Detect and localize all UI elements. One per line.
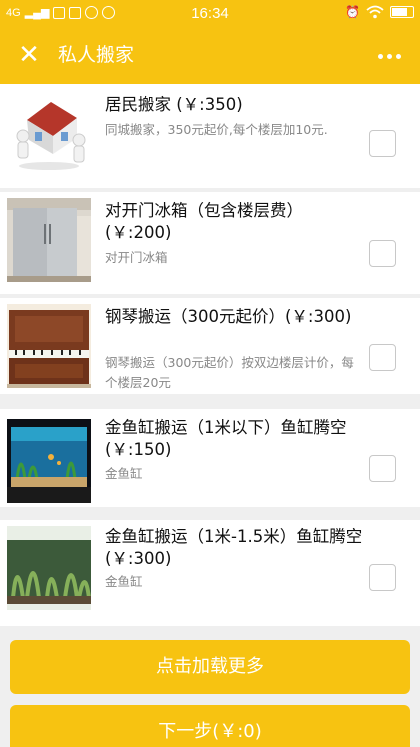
moving-image — [7, 88, 91, 172]
list-item[interactable]: 金鱼缸搬运（1米以下）鱼缸腾空 (￥:150) 金鱼缸 — [0, 409, 420, 507]
battery-icon — [390, 6, 414, 18]
item-checkbox[interactable] — [369, 344, 396, 371]
item-title: 金鱼缸搬运（1米以下）鱼缸腾空 (￥:150) — [105, 418, 347, 459]
item-description: 同城搬家，350元起价,每个楼层加10元. — [105, 122, 328, 137]
item-description: 金鱼缸 — [105, 574, 143, 589]
status-right: ⏰ — [345, 5, 414, 19]
more-icon[interactable] — [372, 46, 406, 66]
item-checkbox[interactable] — [369, 130, 396, 157]
load-more-button[interactable]: 点击加载更多 — [10, 640, 410, 694]
list-item[interactable]: 钢琴搬运（300元起价）(￥:300) 钢琴搬运（300元起价）按双边楼层计价，… — [0, 298, 420, 394]
item-description: 金鱼缸 — [105, 466, 143, 481]
piano-image — [7, 304, 91, 388]
wifi-icon — [366, 5, 384, 19]
aquarium-large-image — [7, 526, 91, 610]
fridge-image — [7, 198, 91, 282]
page-title: 私人搬家 — [58, 44, 135, 66]
item-description: 钢琴搬运（300元起价）按双边楼层计价，每个楼层20元 — [105, 355, 354, 390]
item-title: 居民搬家 (￥:350) — [105, 95, 243, 114]
nav-bar: ✕ 私人搬家 — [0, 28, 420, 84]
aquarium-image — [7, 419, 91, 503]
item-checkbox[interactable] — [369, 240, 396, 267]
item-checkbox[interactable] — [369, 455, 396, 482]
alarm-icon: ⏰ — [345, 5, 360, 19]
item-title: 金鱼缸搬运（1米-1.5米）鱼缸腾空 (￥:300) — [105, 527, 363, 568]
item-title: 钢琴搬运（300元起价）(￥:300) — [105, 307, 352, 326]
item-title: 对开门冰箱（包含楼层费）(￥:200) — [105, 201, 303, 242]
list-item[interactable]: 居民搬家 (￥:350) 同城搬家，350元起价,每个楼层加10元. — [0, 84, 420, 188]
next-step-button[interactable]: 下一步(￥:0) — [10, 705, 410, 747]
close-icon[interactable]: ✕ — [16, 42, 42, 68]
item-checkbox[interactable] — [369, 564, 396, 591]
status-bar: 4G ▂▄▆ 16:34 ⏰ — [0, 0, 420, 28]
item-description: 对开门冰箱 — [105, 250, 168, 265]
list-item[interactable]: 对开门冰箱（包含楼层费）(￥:200) 对开门冰箱 — [0, 192, 420, 294]
list-item[interactable]: 金鱼缸搬运（1米-1.5米）鱼缸腾空 (￥:300) 金鱼缸 — [0, 520, 420, 626]
